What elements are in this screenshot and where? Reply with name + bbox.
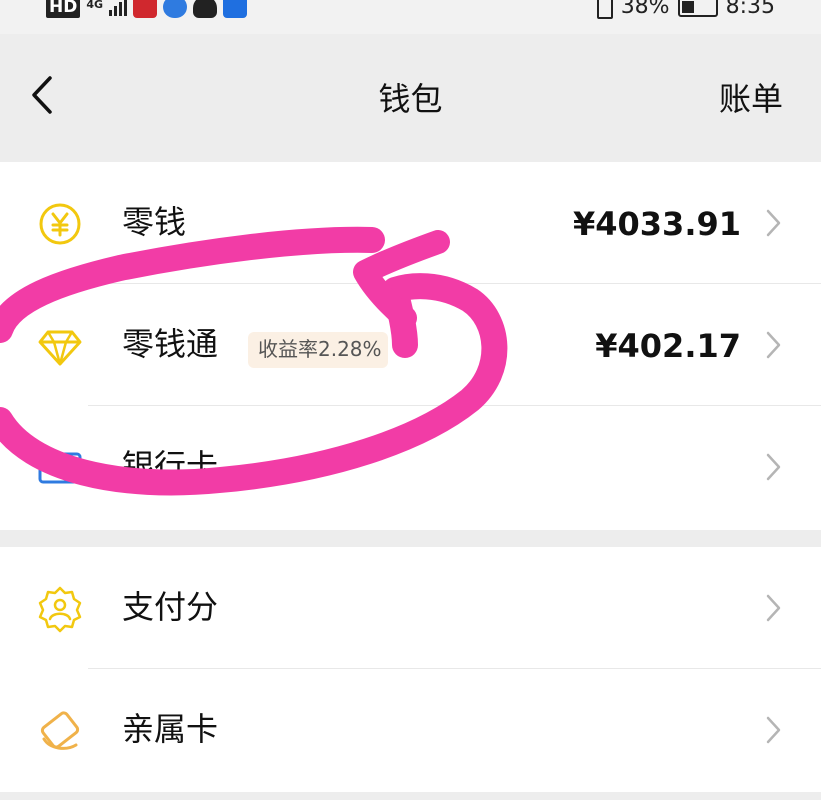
row-family-card[interactable]: 亲属卡 <box>0 669 821 791</box>
chevron-right-icon <box>766 716 781 744</box>
clock: 8:35 <box>725 0 775 19</box>
app-notification-icon <box>133 0 158 18</box>
network-type: 4G <box>86 0 104 11</box>
row-pay-score-label: 支付分 <box>122 588 219 626</box>
lightbulb-app-icon <box>223 0 248 18</box>
wallet-group-balance: 零钱 ¥4033.91 零钱通 收益率2.28% ¥402.17 银行卡 <box>0 162 821 530</box>
bill-button[interactable]: 账单 <box>719 74 783 120</box>
status-bar: HD 4G 38% 8:35 <box>0 0 821 34</box>
page-title: 钱包 <box>378 80 443 118</box>
chevron-right-icon <box>766 209 781 237</box>
signal-icon <box>109 0 128 16</box>
battery-percent: 38% <box>620 0 670 19</box>
row-family-card-label: 亲属卡 <box>122 710 219 748</box>
battery-icon <box>677 0 718 17</box>
bank-card-icon <box>38 452 82 484</box>
row-change-label: 零钱 <box>122 203 187 241</box>
row-change-value: ¥4033.91 <box>572 205 741 243</box>
nav-bar: 钱包 账单 <box>0 34 821 162</box>
row-change[interactable]: 零钱 ¥4033.91 <box>0 162 821 284</box>
family-card-icon <box>40 711 80 750</box>
yield-rate-badge: 收益率2.28% <box>248 332 388 368</box>
status-right: 38% 8:35 <box>596 0 775 19</box>
status-left: HD 4G <box>46 0 248 18</box>
chevron-right-icon <box>766 453 781 481</box>
row-pay-score[interactable]: 支付分 <box>0 547 821 669</box>
music-app-icon <box>163 0 188 18</box>
hd-indicator: HD <box>46 0 81 18</box>
row-change-pass-value: ¥402.17 <box>595 327 741 365</box>
row-bank-card[interactable]: 银行卡 <box>0 406 821 528</box>
chevron-right-icon <box>766 331 781 359</box>
wallet-group-services: 支付分 亲属卡 <box>0 547 821 792</box>
chevron-right-icon <box>766 594 781 622</box>
row-change-pass[interactable]: 零钱通 收益率2.28% ¥402.17 <box>0 284 821 406</box>
yuan-coin-icon <box>39 203 81 245</box>
row-bank-card-label: 银行卡 <box>122 447 219 485</box>
diamond-icon <box>38 330 82 366</box>
qq-penguin-icon <box>193 0 218 18</box>
vibrate-icon <box>596 0 613 19</box>
credit-score-badge-icon <box>38 586 82 633</box>
row-change-pass-label: 零钱通 <box>122 325 219 363</box>
